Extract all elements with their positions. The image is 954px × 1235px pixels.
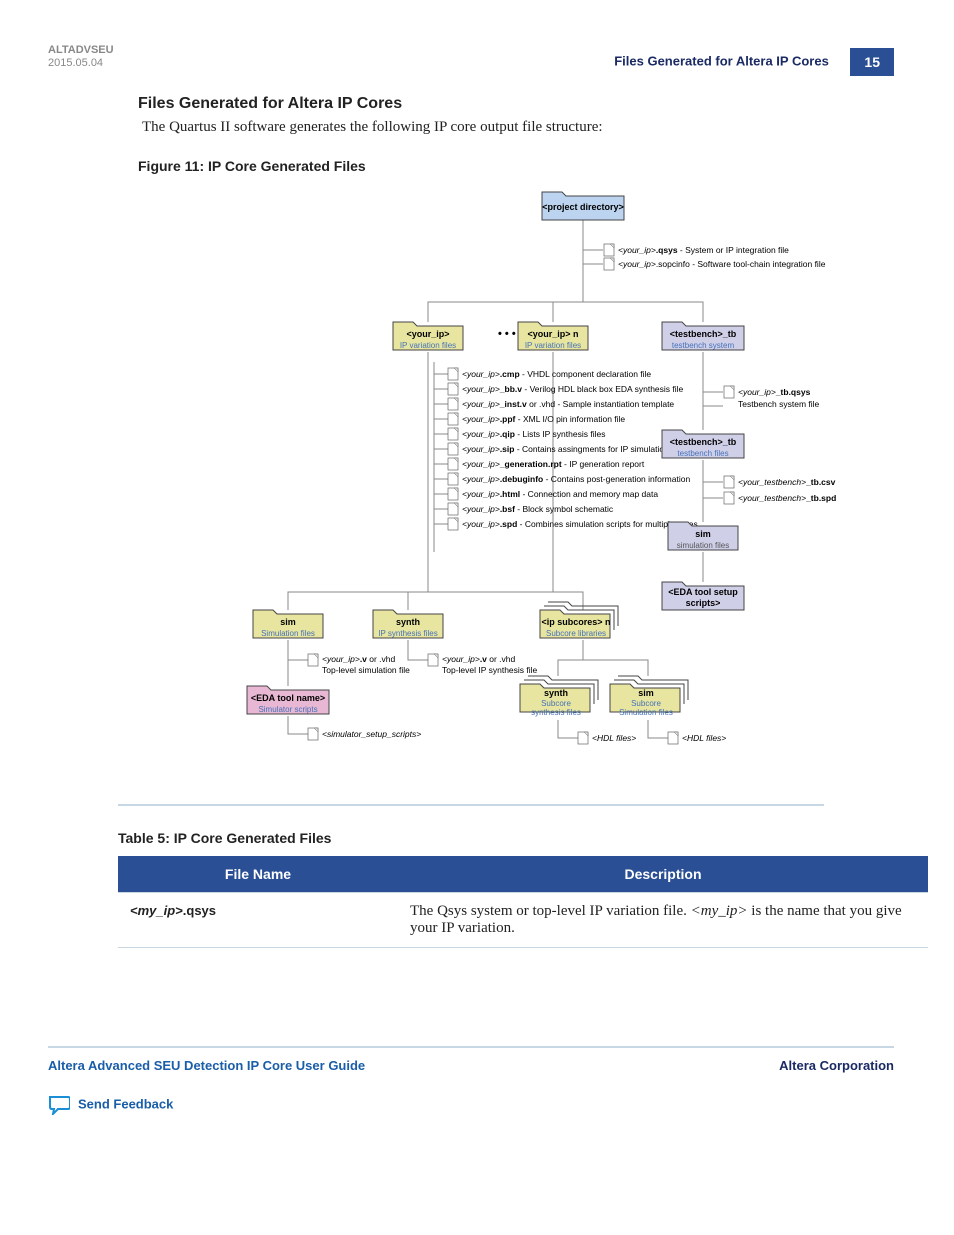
svg-text:IP synthesis files: IP synthesis files <box>378 629 437 638</box>
svg-text:<your_ip>.html - Connection an: <your_ip>.html - Connection and memory m… <box>462 489 658 499</box>
footer: Altera Corporation Altera Advanced SEU D… <box>48 1046 894 1115</box>
generated-files-table: File Name Description <my_ip>.qsys The Q… <box>118 856 928 948</box>
svg-text:<your_ip>.v or .vhd: <your_ip>.v or .vhd <box>322 654 396 664</box>
file-list-root: <your_ip>.qsys - System or IP integratio… <box>604 244 826 270</box>
table-row: <my_ip>.qsys The Qsys system or top-leve… <box>118 893 928 948</box>
file-list-sim: <your_ip>.v or .vhd Top-level simulation… <box>308 654 410 675</box>
svg-text:Subcore libraries: Subcore libraries <box>546 629 606 638</box>
svg-text:Simulation files: Simulation files <box>619 708 673 717</box>
file-list-tb2: <your_testbench>_tb.csv <your_testbench>… <box>724 476 836 504</box>
node-sub-sim: sim <box>638 688 654 698</box>
feedback-label: Send Feedback <box>78 1096 173 1111</box>
send-feedback-link[interactable]: Send Feedback <box>48 1095 894 1115</box>
file-list-subsim: <HDL files> <box>668 732 726 744</box>
svg-text:simulation files: simulation files <box>677 541 729 550</box>
svg-text:testbench system: testbench system <box>672 341 735 350</box>
figure-caption: Figure 11: IP Core Generated Files <box>138 158 894 174</box>
running-title: Files Generated for Altera IP Cores <box>614 53 829 68</box>
svg-text:Subcore: Subcore <box>541 699 571 708</box>
svg-text:synthesis files: synthesis files <box>531 708 581 717</box>
node-eda-tool: <EDA tool name> <box>251 693 325 703</box>
svg-text:Testbench system file: Testbench system file <box>738 399 820 409</box>
node-sim-tb: sim <box>695 529 711 539</box>
doc-date: 2015.05.04 <box>48 57 103 69</box>
svg-text:<your_ip>.cmp - VHDL component: <your_ip>.cmp - VHDL component declarati… <box>462 369 651 379</box>
file-list-synth: <your_ip>.v or .vhd Top-level IP synthes… <box>428 654 538 675</box>
svg-text:<your_ip>.spd - Combines simul: <your_ip>.spd - Combines simulation scri… <box>462 519 698 529</box>
svg-text:<your_ip>.bsf - Block symbol s: <your_ip>.bsf - Block symbol schematic <box>462 504 614 514</box>
svg-text:<your_ip>_inst.v or .vhd - Sam: <your_ip>_inst.v or .vhd - Sample instan… <box>462 399 674 409</box>
svg-text:<your_ip>.v or .vhd: <your_ip>.v or .vhd <box>442 654 516 664</box>
table-caption: Table 5: IP Core Generated Files <box>118 830 894 846</box>
diagram: <project directory> <your_ip>.qsys - Sys… <box>118 182 824 806</box>
header-right: Files Generated for Altera IP Cores 15 <box>614 48 894 76</box>
doc-code: ALTADVSEU <box>48 44 114 56</box>
svg-text:<your_testbench>_tb.spd: <your_testbench>_tb.spd <box>738 493 836 503</box>
node-synth: synth <box>396 617 420 627</box>
svg-text:<your_ip>.qip - Lists IP synth: <your_ip>.qip - Lists IP synthesis files <box>462 429 605 439</box>
svg-text:<your_ip>_tb.qsys: <your_ip>_tb.qsys <box>738 387 811 397</box>
node-tb2: <testbench>_tb <box>670 437 737 447</box>
col-description: Description <box>398 856 928 893</box>
node-tb: <testbench>_tb <box>670 329 737 339</box>
node-eda-setup: <EDA tool setup <box>668 587 738 597</box>
speech-bubble-icon <box>48 1095 70 1115</box>
svg-text:<your_ip>.ppf - XML I/O pin in: <your_ip>.ppf - XML I/O pin information … <box>462 414 625 424</box>
node-your-ip-n: <your_ip> n <box>527 329 578 339</box>
svg-text:Top-level IP synthesis file: Top-level IP synthesis file <box>442 665 538 675</box>
svg-text:testbench files: testbench files <box>677 449 728 458</box>
svg-text:<your_ip>.debuginfo - Contains: <your_ip>.debuginfo - Contains post-gene… <box>462 474 690 484</box>
section: Files Generated for Altera IP Cores The … <box>138 95 894 136</box>
node-your-ip: <your_ip> <box>406 329 449 339</box>
node-sim: sim <box>280 617 296 627</box>
svg-text:<HDL files>: <HDL files> <box>592 733 636 743</box>
node-ipsub: <ip subcores> n <box>541 617 610 627</box>
svg-text:<simulator_setup_scripts>: <simulator_setup_scripts> <box>322 729 421 739</box>
svg-text:<your_ip>_bb.v - Verilog HDL b: <your_ip>_bb.v - Verilog HDL black box E… <box>462 384 684 394</box>
svg-text:Simulator scripts: Simulator scripts <box>258 705 317 714</box>
page-number: 15 <box>850 48 894 76</box>
footer-left[interactable]: Altera Advanced SEU Detection IP Core Us… <box>48 1058 365 1073</box>
node-proj-dir: <project directory> <box>542 202 624 212</box>
header-left: ALTADVSEU 2015.05.04 <box>48 44 114 70</box>
file-list-ip: <your_ip>.cmp - VHDL component declarati… <box>448 368 698 530</box>
file-list-subsynth: <HDL files> <box>578 732 636 744</box>
section-body: The Quartus II software generates the fo… <box>142 119 894 136</box>
svg-text:<your_ip>_generation.rpt - IP: <your_ip>_generation.rpt - IP generation… <box>462 459 645 469</box>
svg-text:<your_ip>.sopcinfo - Software: <your_ip>.sopcinfo - Software tool-chain… <box>618 259 826 269</box>
file-list-tb: <your_ip>_tb.qsys Testbench system file <box>724 386 820 409</box>
section-title: Files Generated for Altera IP Cores <box>138 95 894 113</box>
node-sub-synth: synth <box>544 688 568 698</box>
file-list-edatool: <simulator_setup_scripts> <box>308 728 421 740</box>
svg-text:<your_ip>.sip - Contains assin: <your_ip>.sip - Contains assingments for… <box>462 444 686 454</box>
svg-text:<HDL files>: <HDL files> <box>682 733 726 743</box>
svg-text:<your_ip>.qsys - System or IP: <your_ip>.qsys - System or IP integratio… <box>618 245 789 255</box>
svg-text:Simulation files: Simulation files <box>261 629 315 638</box>
svg-text:Top-level simulation file: Top-level simulation file <box>322 665 410 675</box>
svg-text:IP variation files: IP variation files <box>525 341 581 350</box>
svg-text:Subcore: Subcore <box>631 699 661 708</box>
col-file-name: File Name <box>118 856 398 893</box>
svg-text:scripts>: scripts> <box>686 598 721 608</box>
footer-right: Altera Corporation <box>779 1058 894 1073</box>
svg-text:<your_testbench>_tb.csv: <your_testbench>_tb.csv <box>738 477 836 487</box>
svg-text:IP variation files: IP variation files <box>400 341 456 350</box>
